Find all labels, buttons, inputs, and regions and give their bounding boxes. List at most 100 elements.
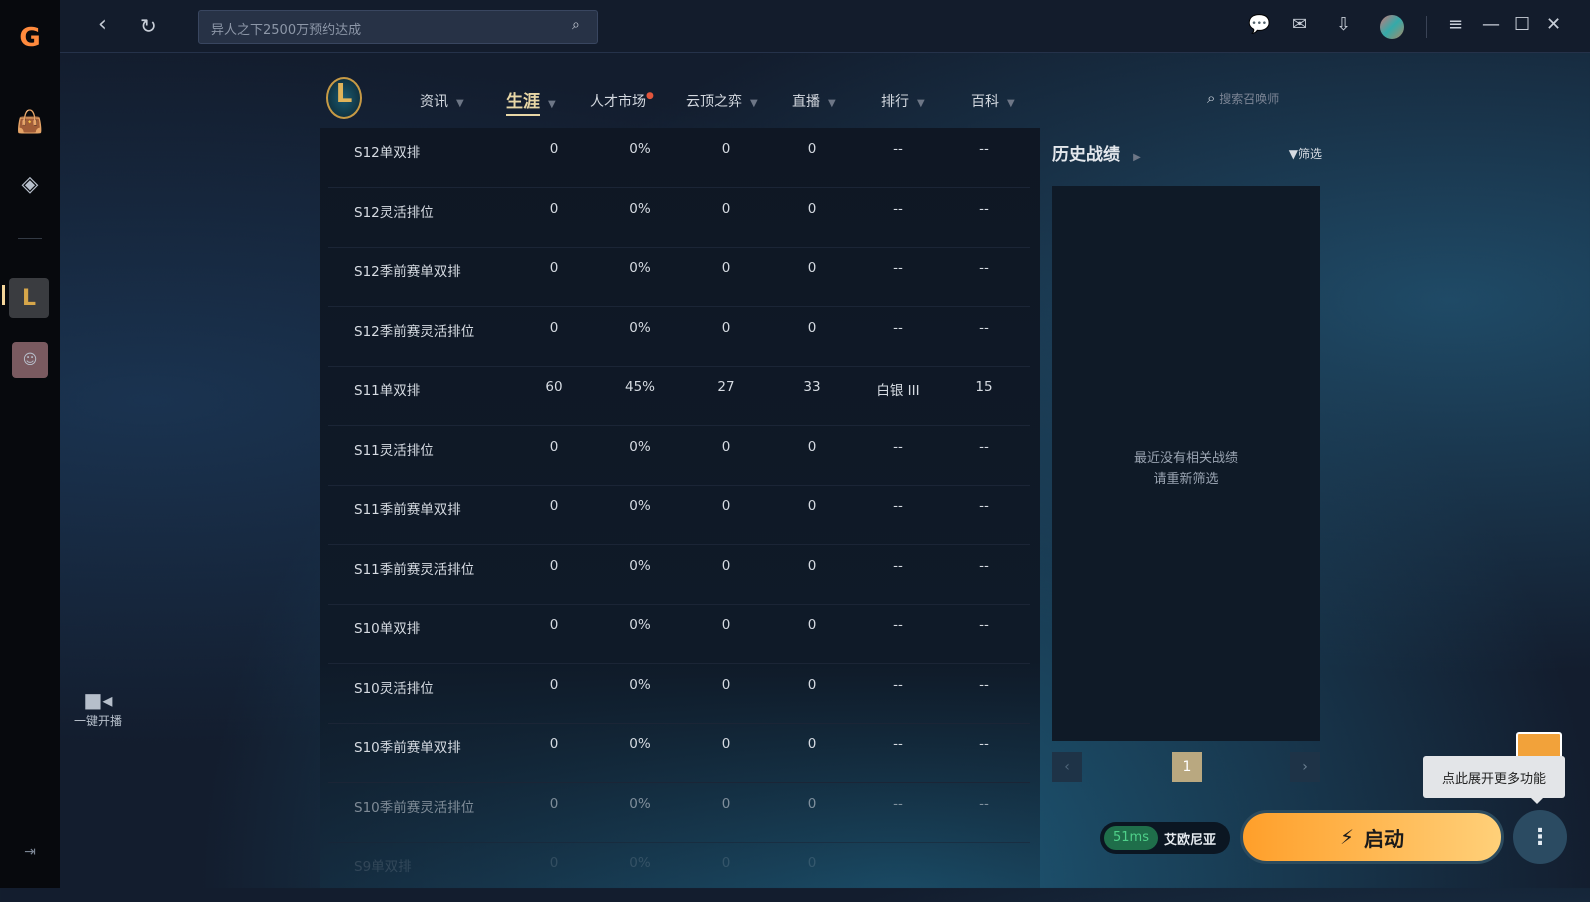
stat-cell: 0 [721, 319, 731, 336]
shop-bag-icon[interactable]: 👜 [12, 104, 48, 140]
stat-cell: 0 [721, 736, 731, 752]
table-row: S12单双排 0 0% 0 0 -- -- [328, 128, 1030, 188]
stat-cell: 0% [629, 557, 651, 574]
stat-cell: 0 [549, 795, 559, 812]
table-row: S10灵活排位 0 0% 0 0 -- -- [328, 664, 1030, 724]
video-camera-icon: ■◂ [83, 688, 113, 712]
lol-logo: L [326, 77, 362, 119]
queue-name: S10季前赛单双排 [354, 740, 461, 756]
stat-cell: 0 [721, 260, 731, 276]
minimize-icon[interactable]: — [1482, 14, 1500, 35]
server-selector[interactable]: 51ms 艾欧尼亚 [1100, 822, 1230, 854]
stat-cell: -- [979, 438, 989, 455]
stat-cell: 45% [624, 379, 656, 395]
caret-down-icon: ▼ [750, 98, 758, 109]
stat-cell: 0 [549, 498, 559, 514]
ping-badge: 51ms [1104, 826, 1158, 850]
more-vertical-icon: ⋮ [1529, 824, 1551, 850]
match-history-header: 历史战绩 ▶ ▼筛选 [1052, 140, 1322, 165]
table-row: S11季前赛单双排 0 0% 0 0 -- -- [328, 485, 1030, 545]
lol-game-icon[interactable]: L [9, 278, 49, 318]
game-avatar-icon[interactable]: ☺ [12, 342, 48, 378]
queue-name: S10季前赛灵活排位 [354, 799, 475, 816]
nav-career[interactable]: 生涯 ▼ [506, 87, 556, 116]
stat-cell: 15 [975, 379, 993, 395]
stat-cell: 0 [549, 319, 559, 336]
page-1-button[interactable]: 1 [1172, 752, 1202, 782]
stat-cell: 0% [629, 736, 651, 752]
one-click-live-button[interactable]: ■◂ 一键开播 [70, 688, 126, 729]
stat-cell: 0 [807, 260, 817, 276]
stat-cell: 0 [807, 617, 817, 633]
filter-button[interactable]: ▼筛选 [1289, 145, 1322, 162]
caret-down-icon: ▼ [917, 98, 925, 109]
stat-cell: 0 [549, 736, 559, 752]
stat-cell: 0 [721, 438, 731, 455]
caret-right-icon[interactable]: ▶ [1133, 152, 1141, 163]
nav-wiki[interactable]: 百科 ▼ [971, 91, 1015, 111]
close-icon[interactable]: ✕ [1546, 14, 1561, 35]
stat-cell: 0 [721, 498, 731, 514]
next-page-button[interactable]: › [1290, 752, 1320, 782]
maximize-icon[interactable]: ☐ [1514, 14, 1530, 35]
lightning-icon: ⚡ [1339, 825, 1355, 849]
search-placeholder: 异人之下2500万预约达成 [211, 23, 362, 38]
nav-talent-market[interactable]: 人才市场● [590, 91, 654, 111]
stat-cell: -- [893, 795, 903, 812]
stat-cell: 0 [721, 795, 731, 812]
tooltip: 点此展开更多功能 [1423, 756, 1565, 804]
stat-cell: 0 [807, 498, 817, 514]
stat-cell: 0 [807, 438, 817, 455]
stat-cell: -- [893, 736, 903, 752]
search-icon[interactable]: ⌕ [572, 17, 580, 33]
summoner-search-input[interactable]: ⌕ 搜索召唤师 [1207, 89, 1279, 107]
search-icon: ⌕ [1207, 89, 1216, 107]
download-icon[interactable]: ⇩ [1336, 14, 1351, 35]
caret-down-icon: ▼ [828, 98, 836, 109]
back-icon[interactable]: ‹ [98, 12, 107, 37]
top-search-input[interactable]: 异人之下2500万预约达成 [198, 10, 598, 44]
filter-icon: ▼ [1288, 147, 1298, 161]
refresh-icon[interactable]: ↻ [140, 14, 157, 38]
nav-ranking[interactable]: 排行 ▼ [881, 91, 925, 111]
prev-page-button[interactable]: ‹ [1052, 752, 1082, 782]
stat-cell: 0% [629, 795, 651, 812]
stat-cell: -- [893, 557, 903, 574]
user-avatar[interactable] [1380, 15, 1404, 39]
collapse-sidebar-icon[interactable]: ⇥ [12, 834, 48, 870]
more-options-button[interactable]: ⋮ [1513, 810, 1567, 864]
caret-down-icon: ▼ [1007, 98, 1015, 109]
stat-cell: 33 [803, 379, 821, 395]
stat-cell: 0 [549, 676, 559, 693]
left-sidebar: G 👜 ◈ L ☺ ⇥ [0, 0, 60, 888]
menu-icon[interactable]: ≡ [1448, 14, 1463, 35]
divider [1426, 16, 1427, 38]
queue-name: S11单双排 [354, 383, 421, 399]
stat-cell: 0 [807, 200, 817, 217]
table-row: S10季前赛单双排 0 0% 0 0 -- -- [328, 723, 1030, 783]
nav-news[interactable]: 资讯 ▼ [420, 91, 464, 111]
game-controller-icon[interactable]: ◈ [12, 166, 48, 202]
stat-cell: 0 [807, 795, 817, 812]
stat-cell: 0% [629, 319, 651, 336]
queue-name: S12灵活排位 [354, 204, 434, 221]
chat-icon[interactable]: 💬 [1248, 14, 1270, 35]
stat-cell: -- [893, 200, 903, 217]
stat-cell: 0% [629, 438, 651, 455]
queue-name: S9单双排 [354, 859, 412, 875]
queue-name: S12单双排 [354, 145, 421, 161]
nav-live[interactable]: 直播 ▼ [792, 91, 836, 111]
mail-icon[interactable]: ✉ [1292, 14, 1307, 35]
stat-cell: 0 [807, 141, 817, 157]
nav-tft[interactable]: 云顶之弈 ▼ [686, 91, 758, 111]
stat-cell: 0% [629, 617, 651, 633]
table-row: S12灵活排位 0 0% 0 0 -- -- [328, 188, 1030, 248]
history-title[interactable]: 历史战绩 [1052, 145, 1120, 165]
launch-button[interactable]: ⚡ 启动 [1240, 810, 1504, 864]
table-row: S9单双排 0 0% 0 0 [328, 842, 1030, 902]
table-row: S11灵活排位 0 0% 0 0 -- -- [328, 426, 1030, 486]
active-indicator [2, 285, 5, 305]
stat-cell: -- [979, 498, 989, 514]
queue-name: S10单双排 [354, 621, 421, 637]
stat-cell: 0 [721, 200, 731, 217]
